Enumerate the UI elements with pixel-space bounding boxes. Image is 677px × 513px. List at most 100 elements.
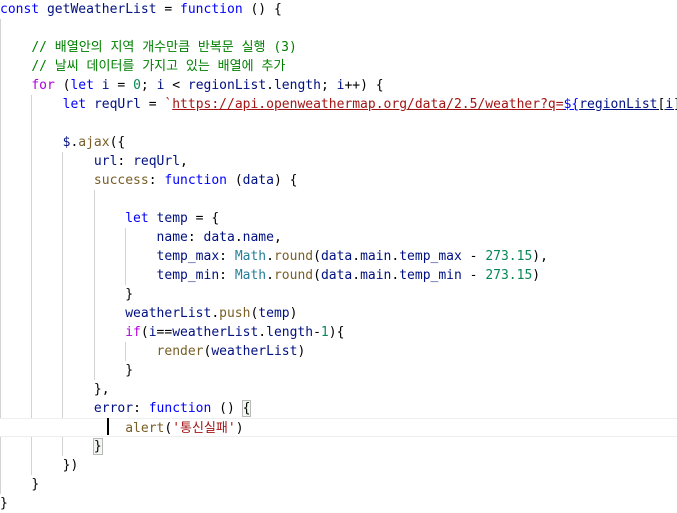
code-token: .: [211, 306, 220, 321]
code-token: :: [148, 173, 165, 188]
code-token: regionList: [187, 78, 267, 93]
code-line[interactable]: name: data.name,: [0, 228, 677, 247]
code-token: <: [164, 78, 188, 93]
code-token: .: [266, 78, 274, 93]
code-token: temp: [258, 306, 290, 321]
code-line[interactable]: for (let i = 0; i < regionList.length; i…: [0, 76, 677, 95]
code-line[interactable]: // 날씨 데이터를 가지고 있는 배열에 추가: [0, 57, 677, 76]
code-token: .: [266, 268, 274, 283]
code-token: 1: [320, 325, 329, 340]
code-token: .: [266, 249, 274, 264]
code-token: data: [242, 173, 274, 188]
code-token: =: [140, 97, 165, 112]
code-line[interactable]: render(weatherList): [0, 342, 677, 361]
code-token: success: [93, 173, 149, 188]
code-line[interactable]: $.ajax({: [0, 133, 677, 152]
code-token: i: [665, 97, 674, 112]
code-line[interactable]: alert('통신실패'): [0, 418, 677, 437]
code-token: // 배열안의 지역 개수만큼 반복문 실행 (3): [31, 40, 297, 55]
code-token: :: [133, 401, 149, 416]
code-line[interactable]: [0, 19, 677, 38]
code-token: }: [125, 287, 134, 302]
code-token: temp_min: [399, 268, 462, 283]
code-line[interactable]: error: function () {: [0, 399, 677, 418]
code-token: }: [125, 363, 134, 378]
code-token: :: [187, 230, 204, 245]
code-token: = {: [187, 211, 220, 226]
code-line[interactable]: },: [0, 380, 677, 399]
code-token: ++) {: [344, 78, 384, 93]
code-token: render: [156, 344, 204, 359]
code-token: 273.15: [485, 249, 533, 264]
code-token: ({: [109, 135, 126, 150]
code-line[interactable]: if(i==weatherList.length-1){: [0, 323, 677, 342]
code-token: (: [140, 325, 149, 340]
code-line[interactable]: }: [0, 361, 677, 380]
code-token: () {: [242, 2, 282, 17]
code-token: ): [289, 306, 298, 321]
code-line[interactable]: let temp = {: [0, 209, 677, 228]
code-token: :: [219, 268, 235, 283]
code-token: temp_max: [156, 249, 220, 264]
code-token: (: [227, 173, 243, 188]
code-token: let: [125, 211, 149, 226]
code-token: round: [273, 268, 314, 283]
code-line[interactable]: temp_min: Math.round(data.main.temp_min …: [0, 266, 677, 285]
code-line[interactable]: [0, 190, 677, 209]
code-editor[interactable]: const getWeatherList = function () { // …: [0, 0, 677, 513]
code-line[interactable]: weatherList.push(temp): [0, 304, 677, 323]
code-token: ),: [532, 249, 548, 264]
code-token: weatherList: [211, 344, 298, 359]
code-token: weatherList: [125, 306, 212, 321]
code-line[interactable]: let reqUrl = `https://api.openweathermap…: [0, 95, 677, 114]
code-line[interactable]: // 배열안의 지역 개수만큼 반복문 실행 (3): [0, 38, 677, 57]
code-line[interactable]: temp_max: Math.round(data.main.temp_max …: [0, 247, 677, 266]
code-token: push: [219, 306, 251, 321]
code-token: function: [164, 173, 227, 188]
code-token: (: [313, 249, 321, 264]
code-token: :: [219, 249, 235, 264]
code-token: }: [31, 477, 40, 492]
code-token: // 날씨 데이터를 가지고 있는 배열에 추가: [31, 59, 286, 74]
code-token: function: [148, 401, 212, 416]
code-line[interactable]: }: [0, 437, 677, 456]
code-token: }: [0, 496, 8, 511]
code-token: i: [148, 325, 157, 340]
code-line[interactable]: }: [0, 285, 677, 304]
code-token: data: [203, 230, 235, 245]
code-line[interactable]: }: [0, 475, 677, 494]
code-line[interactable]: }): [0, 456, 677, 475]
code-token: ;: [140, 78, 157, 93]
code-token: weatherList: [172, 325, 259, 340]
code-token: Math: [234, 249, 267, 264]
code-token: data: [320, 268, 353, 283]
code-token: let: [62, 97, 87, 112]
code-token: .: [352, 249, 361, 264]
code-token: for: [31, 78, 55, 93]
code-token: =: [156, 2, 181, 17]
code-token: ${: [563, 97, 580, 112]
code-line[interactable]: success: function (data) {: [0, 171, 677, 190]
code-token: Math: [234, 268, 267, 283]
code-token: temp: [156, 211, 188, 226]
code-line[interactable]: url: reqUrl,: [0, 152, 677, 171]
code-token: i: [101, 78, 110, 93]
code-token: if: [125, 325, 141, 340]
code-line[interactable]: [0, 114, 677, 133]
code-token: ) {: [273, 173, 298, 188]
code-line[interactable]: }: [0, 494, 677, 513]
code-line[interactable]: const getWeatherList = function () {: [0, 0, 677, 19]
